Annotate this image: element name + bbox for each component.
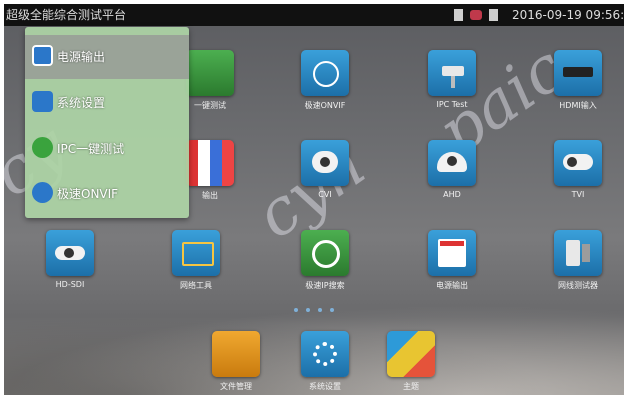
onvif-icon bbox=[32, 182, 53, 203]
page-dot[interactable] bbox=[294, 308, 298, 312]
power-output-icon bbox=[32, 45, 53, 66]
app-network-tools[interactable]: 网络工具 bbox=[141, 230, 251, 291]
status-bar: 超级全能综合测试平台 2016-09-19 09:56:57 bbox=[4, 4, 624, 26]
dock: 文件管理 系统设置 主题 bbox=[4, 327, 624, 395]
status-icons bbox=[454, 9, 505, 31]
app-cvi[interactable]: CVI bbox=[270, 140, 380, 199]
page-indicator bbox=[294, 297, 342, 316]
dome-camera-icon bbox=[301, 140, 349, 186]
gear-icon bbox=[301, 331, 349, 377]
app-tvi[interactable]: TVI bbox=[523, 140, 624, 199]
page-dot[interactable] bbox=[330, 308, 334, 312]
color-bars-icon bbox=[186, 140, 234, 186]
shortcut-menu: 电源输出 系统设置 IPC一键测试 极速ONVIF bbox=[25, 27, 189, 218]
ip-camera-icon bbox=[428, 50, 476, 96]
onvif-icon bbox=[301, 50, 349, 96]
sd-card-icon bbox=[454, 9, 463, 21]
page-dot[interactable] bbox=[318, 308, 322, 312]
dock-theme[interactable]: 主题 bbox=[356, 331, 466, 392]
ip-search-icon bbox=[301, 230, 349, 276]
page-dot[interactable] bbox=[306, 308, 310, 312]
app-hdmi-input[interactable]: HDMI输入 bbox=[523, 50, 624, 111]
network-icon bbox=[470, 10, 482, 20]
menu-item-ipc-test[interactable]: IPC一键测试 bbox=[25, 127, 189, 171]
menu-item-power-output[interactable]: 电源输出 bbox=[25, 35, 189, 79]
network-tools-icon bbox=[172, 230, 220, 276]
app-ipc-test[interactable]: IPC Test bbox=[397, 50, 507, 109]
menu-item-system-settings[interactable]: 系统设置 bbox=[25, 81, 189, 125]
cable-tester-icon bbox=[554, 230, 602, 276]
app-title: 超级全能综合测试平台 bbox=[6, 8, 127, 22]
menu-item-fast-onvif[interactable]: 极速ONVIF bbox=[25, 172, 189, 216]
folder-icon bbox=[212, 331, 260, 377]
dome-camera-icon bbox=[428, 140, 476, 186]
radar-icon bbox=[186, 50, 234, 96]
desktop-screen: cy cyn paic 超级全能综合测试平台 2016-09-19 09:56:… bbox=[4, 4, 624, 395]
app-fast-onvif[interactable]: 极速ONVIF bbox=[270, 50, 380, 111]
app-cable-tester[interactable]: 网线测试器 bbox=[523, 230, 624, 291]
hdmi-icon bbox=[554, 50, 602, 96]
theme-icon bbox=[387, 331, 435, 377]
app-ahd[interactable]: AHD bbox=[397, 140, 507, 199]
app-fast-ip-search[interactable]: 极速IP搜索 bbox=[270, 230, 380, 291]
camera-icon bbox=[46, 230, 94, 276]
gear-icon bbox=[32, 91, 53, 112]
app-hd-sdi[interactable]: HD-SDI bbox=[15, 230, 125, 289]
app-power-output[interactable]: 电源输出 bbox=[397, 230, 507, 291]
clock: 2016-09-19 09:56:57 bbox=[512, 8, 624, 22]
power-output-icon bbox=[428, 230, 476, 276]
bullet-camera-icon bbox=[554, 140, 602, 186]
battery-icon bbox=[489, 9, 498, 21]
ipc-test-icon bbox=[32, 137, 53, 158]
